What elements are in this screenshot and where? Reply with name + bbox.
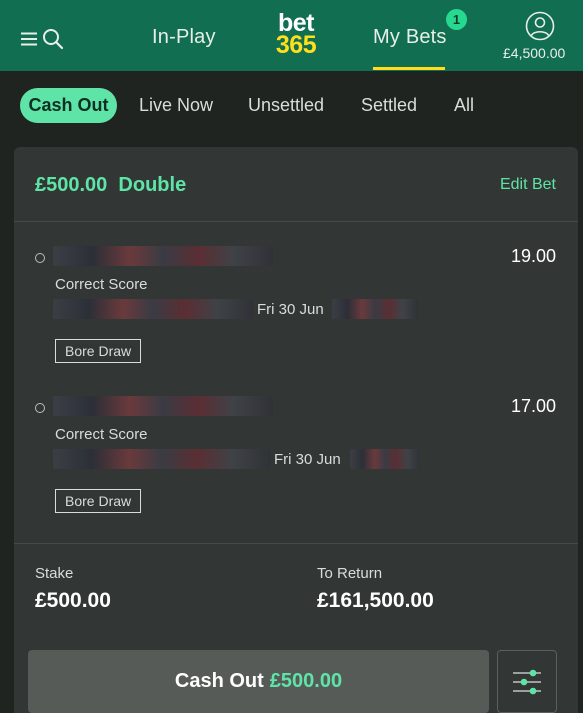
sliders-icon xyxy=(513,669,541,694)
selection-status-icon xyxy=(35,403,45,413)
bet-card: £500.00 Double Edit Bet 19.00 Correct Sc… xyxy=(14,147,578,713)
cash-out-label: Cash Out xyxy=(174,670,264,692)
selection-date: Fri 30 Jun xyxy=(257,301,324,318)
logo-line-2: 365 xyxy=(275,31,317,59)
account-balance[interactable]: £4,500.00 xyxy=(503,45,565,61)
filter-all[interactable]: All xyxy=(454,95,474,116)
redacted-kickoff-time xyxy=(332,299,418,319)
selection-odds: 17.00 xyxy=(510,396,556,416)
tab-my-bets[interactable]: My Bets xyxy=(373,26,447,49)
filter-unsettled[interactable]: Unsettled xyxy=(248,95,324,116)
filter-live-now[interactable]: Live Now xyxy=(139,95,213,116)
selection-outcome-tag: Bore Draw xyxy=(55,339,142,363)
menu-icon[interactable] xyxy=(20,31,38,47)
account-icon[interactable] xyxy=(525,11,555,41)
redacted-fixture-info xyxy=(53,299,253,319)
bet-type: Double xyxy=(118,174,187,196)
stake-value: £500.00 xyxy=(35,589,111,612)
top-nav-bar: In-Play bet 365 My Bets 1 £4,500.00 xyxy=(0,0,583,71)
menu-search-button[interactable] xyxy=(20,26,66,52)
to-return-value: £161,500.00 xyxy=(317,589,434,612)
partial-cash-out-button[interactable] xyxy=(497,650,557,713)
bet365-logo[interactable]: bet 365 xyxy=(268,11,324,60)
my-bets-count-badge: 1 xyxy=(446,9,467,30)
cash-out-button[interactable]: Cash Out £500.00 xyxy=(28,650,489,713)
redacted-kickoff-time xyxy=(350,449,420,469)
active-tab-indicator xyxy=(373,67,445,70)
bet-stake-amount: £500.00 xyxy=(35,174,108,196)
redacted-team-name xyxy=(53,246,273,266)
stake-label: Stake xyxy=(35,565,74,582)
to-return-label: To Return xyxy=(317,565,383,582)
redacted-fixture-info xyxy=(53,449,271,469)
selection-outcome-tag: Bore Draw xyxy=(55,489,142,513)
bet-filter-bar: Cash Out Live Now Unsettled Settled All xyxy=(0,71,583,141)
selection-market: Correct Score xyxy=(55,276,148,293)
selection-market: Correct Score xyxy=(55,426,148,443)
filter-cash-out[interactable]: Cash Out xyxy=(20,88,117,123)
selection-odds: 19.00 xyxy=(510,246,556,266)
bet-title: £500.00 Double xyxy=(35,174,186,197)
cash-out-amount: £500.00 xyxy=(269,670,343,692)
divider xyxy=(14,221,578,222)
filter-settled[interactable]: Settled xyxy=(361,95,417,116)
redacted-team-name xyxy=(53,396,273,416)
divider xyxy=(14,543,578,544)
edit-bet-link[interactable]: Edit Bet xyxy=(500,176,556,194)
selection-date: Fri 30 Jun xyxy=(274,451,341,468)
selection-status-icon xyxy=(35,253,45,263)
search-icon[interactable] xyxy=(42,28,64,50)
tab-in-play[interactable]: In-Play xyxy=(152,26,216,49)
